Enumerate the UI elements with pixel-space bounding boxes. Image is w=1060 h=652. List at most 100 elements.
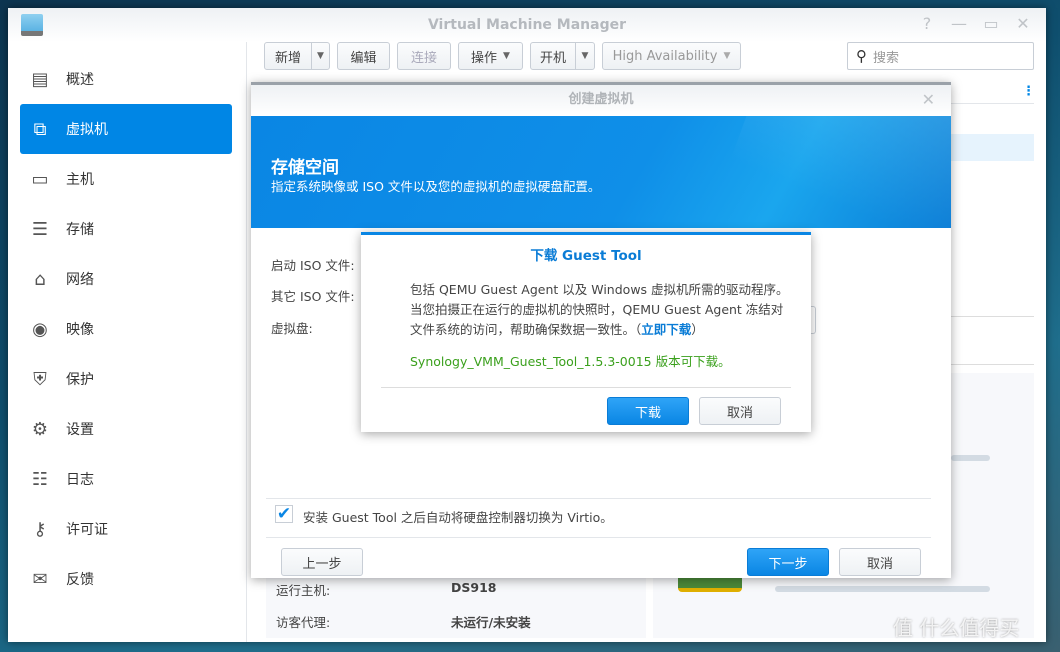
watermark: 值 什么值得买 [893, 616, 1020, 640]
banner-title: 存储空间 [271, 158, 339, 178]
sidebar: ▤ 概述 ⧉ 虚拟机 ▭ 主机 ☰ 存储 ⌂ 网络 ◉ 映像 ⛨ 保护 ⚙ 设置 ☷ 日志 ⚷ 许可证 ✉ 反馈 [8, 42, 247, 642]
connect-label: 连接 [410, 50, 437, 66]
description-line: 文件系统的访问，帮助确保数据一致性。（立即下载） [410, 319, 704, 338]
progress-bar [775, 586, 990, 592]
storage-icon: ☰ [31, 218, 49, 240]
sidebar-item-label: 存储 [66, 222, 94, 238]
sidebar-item-label: 网络 [66, 272, 94, 288]
minimize-icon[interactable]: — [948, 14, 970, 36]
sidebar-item-8[interactable]: ☷ 日志 [20, 454, 232, 504]
virtual-machine-icon: ⧉ [33, 118, 47, 140]
sidebar-item-10[interactable]: ✉ 反馈 [20, 554, 232, 604]
detail-panel-divider [951, 316, 1034, 317]
network-icon: ⌂ [34, 268, 46, 290]
divider [381, 387, 791, 388]
chevron-down-icon: ▼ [503, 51, 510, 61]
guest-tool-dialog: 下载 Guest Tool 包括 QEMU Guest Agent 以及 Win… [361, 232, 811, 432]
sidebar-item-5[interactable]: ◉ 映像 [20, 304, 232, 354]
maximize-icon[interactable]: ▭ [980, 14, 1002, 36]
back-button[interactable]: 上一步 [281, 548, 363, 576]
search-input[interactable]: ⚲ 搜索 [847, 42, 1034, 70]
back-label: 上一步 [302, 556, 342, 572]
other-iso-label: 其它 ISO 文件: [271, 289, 355, 304]
key-icon: ⚷ [33, 518, 47, 540]
progress-bar [951, 455, 990, 461]
new-dropdown-button[interactable]: ▼ [311, 42, 330, 70]
mail-icon: ✉ [32, 568, 48, 590]
protection-icon: ⛨ [33, 368, 47, 390]
virtio-checkbox-label: 安装 Guest Tool 之后自动将硬盘控制器切换为 Virtio。 [303, 510, 613, 525]
description-text: ） [691, 322, 704, 337]
gear-icon: ⚙ [31, 418, 49, 440]
ha-label: High Availability [612, 48, 718, 64]
power-on-dropdown-button[interactable]: ▼ [575, 42, 595, 70]
sidebar-item-label: 设置 [66, 422, 94, 438]
power-on-button[interactable]: 开机 [530, 42, 576, 70]
sidebar-item-label: 主机 [66, 172, 94, 188]
divider [266, 498, 931, 499]
sidebar-item-7[interactable]: ⚙ 设置 [20, 404, 232, 454]
close-icon[interactable]: ✕ [1012, 14, 1034, 36]
download-now-link[interactable]: 立即下载 [641, 322, 691, 337]
sidebar-item-9[interactable]: ⚷ 许可证 [20, 504, 232, 554]
cancel-label: 取消 [726, 405, 753, 421]
power-on-label: 开机 [539, 50, 566, 66]
overview-icon: ▤ [31, 68, 49, 90]
sidebar-item-label: 许可证 [66, 522, 108, 538]
virtual-disk-label: 虚拟盘: [271, 321, 313, 336]
chevron-down-icon: ▼ [317, 51, 324, 61]
action-label: 操作 [471, 50, 498, 66]
host-value: DS918 [451, 580, 497, 595]
boot-iso-label: 启动 ISO 文件: [271, 258, 355, 273]
sidebar-item-label: 日志 [66, 472, 94, 488]
title-bar: Virtual Machine Manager ? — ▭ ✕ [8, 8, 1046, 42]
chevron-down-icon: ▼ [581, 51, 589, 61]
divider [266, 537, 931, 538]
download-label: 下载 [634, 405, 661, 421]
image-icon: ◉ [32, 318, 48, 340]
dialog-title: 下载 Guest Tool [530, 248, 642, 264]
detail-panel-divider [951, 364, 1034, 365]
wizard-banner: 存储空间 指定系统映像或 ISO 文件以及您的虚拟机的虚拟硬盘配置。 [251, 116, 951, 228]
sidebar-item-label: 映像 [66, 322, 94, 338]
search-placeholder: 搜索 [873, 50, 900, 66]
list-row-selected[interactable] [951, 134, 1034, 161]
sidebar-item-3[interactable]: ☰ 存储 [20, 204, 232, 254]
banner-decoration [688, 116, 951, 228]
sidebar-item-6[interactable]: ⛨ 保护 [20, 354, 232, 404]
ram-icon [678, 578, 742, 592]
high-availability-button[interactable]: High Availability ▼ [602, 42, 741, 70]
column-menu-icon[interactable]: ⋮ [1022, 84, 1035, 99]
wizard-title: 创建虚拟机 [251, 85, 951, 116]
new-label: 新增 [274, 50, 301, 66]
new-button[interactable]: 新增 [264, 42, 312, 70]
sidebar-item-2[interactable]: ▭ 主机 [20, 154, 232, 204]
wizard-close-icon[interactable]: ✕ [922, 90, 935, 109]
virtio-checkbox[interactable]: ✔ [275, 505, 293, 523]
help-icon[interactable]: ? [916, 14, 938, 36]
cancel-label: 取消 [866, 556, 893, 572]
sidebar-item-label: 反馈 [66, 572, 94, 588]
sidebar-item-label: 保护 [66, 372, 94, 388]
agent-label: 访客代理: [276, 615, 331, 630]
host-icon: ▭ [31, 168, 49, 190]
sidebar-item-label: 概述 [66, 72, 94, 88]
next-button[interactable]: 下一步 [747, 548, 829, 576]
chevron-down-icon: ▼ [723, 51, 731, 61]
download-button[interactable]: 下载 [607, 397, 689, 425]
edit-button[interactable]: 编辑 [337, 42, 390, 70]
sidebar-item-label: 虚拟机 [66, 122, 108, 138]
agent-value: 未运行/未安装 [451, 615, 531, 630]
search-icon: ⚲ [856, 47, 867, 65]
sidebar-item-0[interactable]: ▤ 概述 [20, 54, 232, 104]
sidebar-item-1[interactable]: ⧉ 虚拟机 [20, 104, 232, 154]
sidebar-item-4[interactable]: ⌂ 网络 [20, 254, 232, 304]
log-icon: ☷ [31, 468, 49, 490]
edit-label: 编辑 [350, 50, 377, 66]
dialog-cancel-button[interactable]: 取消 [699, 397, 781, 425]
description-line: 当您拍摄正在运行的虚拟机的快照时，QEMU Guest Agent 冻结对 [410, 302, 784, 317]
host-label: 运行主机: [276, 583, 331, 598]
action-button[interactable]: 操作 ▼ [458, 42, 523, 70]
connect-button[interactable]: 连接 [397, 42, 451, 70]
wizard-cancel-button[interactable]: 取消 [839, 548, 921, 576]
